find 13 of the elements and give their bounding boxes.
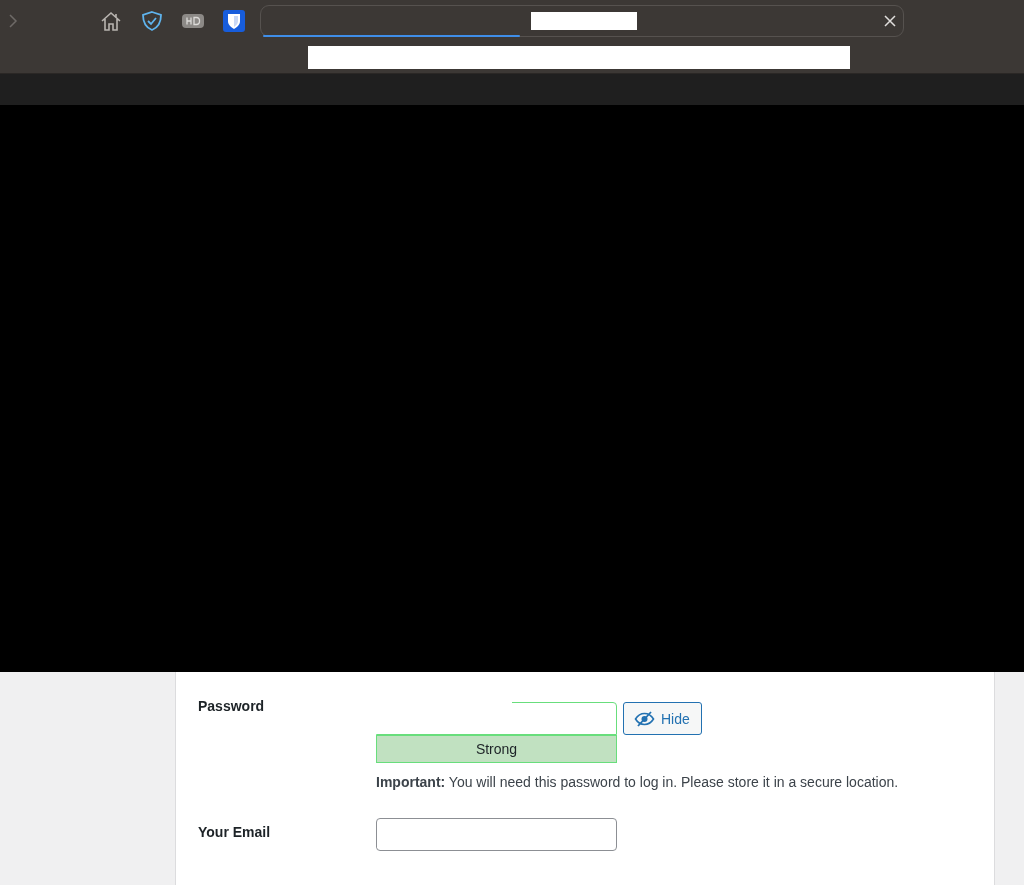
strength-meter: Strong xyxy=(376,735,617,763)
shield-check-icon[interactable] xyxy=(141,10,163,32)
field-label: Password xyxy=(198,698,266,716)
shield-icon[interactable] xyxy=(223,10,245,32)
hide-password-button[interactable]: Hide xyxy=(623,702,702,735)
eye-slash-icon xyxy=(634,710,655,727)
close-icon[interactable] xyxy=(883,14,897,28)
notice-text: Important: You will need this password to log in. Please store it in a secure location. xyxy=(376,773,900,792)
field-label: Your Email xyxy=(198,823,272,842)
home-icon[interactable] xyxy=(100,11,122,31)
address-bar[interactable] xyxy=(260,5,904,37)
hd-icon[interactable] xyxy=(182,14,204,28)
email-field[interactable] xyxy=(376,818,617,851)
